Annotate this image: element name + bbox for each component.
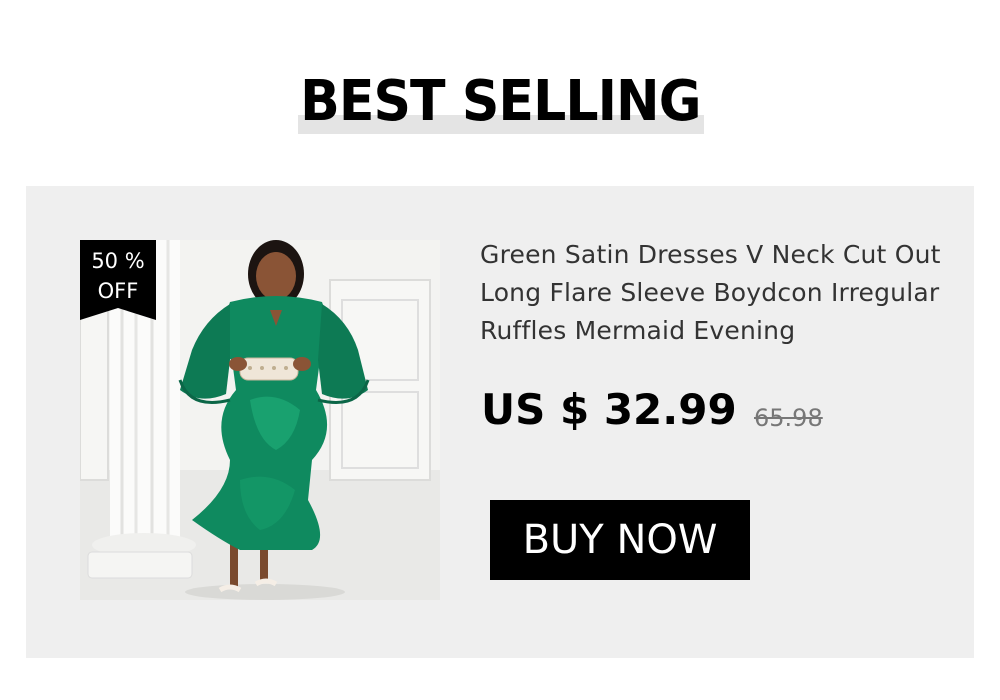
page: BEST SELLING 50 % OFF Green Satin Dresse… [0, 0, 1000, 700]
discount-off-label: OFF [97, 279, 139, 303]
product-title[interactable]: Green Satin Dresses V Neck Cut Out Long … [480, 236, 960, 350]
original-price: 65.98 [754, 404, 823, 432]
current-price: US $ 32.99 [481, 385, 737, 434]
discount-badge: 50 % OFF [80, 240, 156, 320]
heading-wrap: BEST SELLING [0, 62, 1000, 142]
discount-percent: 50 % [91, 249, 145, 273]
section-heading: BEST SELLING [299, 69, 701, 134]
product-image[interactable]: 50 % OFF [80, 240, 440, 600]
buy-now-button[interactable]: BUY NOW [490, 500, 750, 580]
product-card: 50 % OFF Green Satin Dresses V Neck Cut … [26, 186, 974, 658]
